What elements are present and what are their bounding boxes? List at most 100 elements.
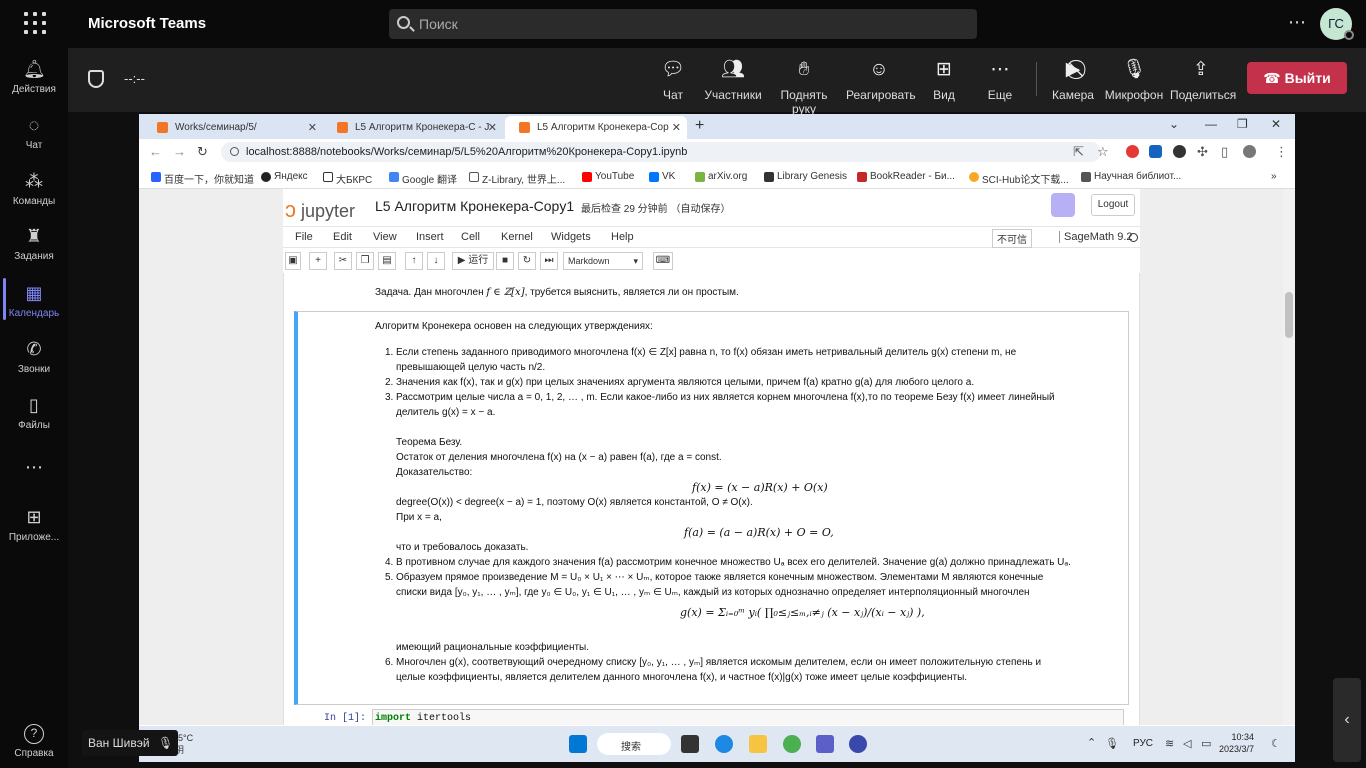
share-button[interactable]: ⇪ Поделиться xyxy=(1170,58,1236,102)
menu-insert[interactable]: Insert xyxy=(416,231,444,243)
help-button[interactable]: ? Справка xyxy=(0,724,68,759)
tab-search-icon[interactable]: ⌄ xyxy=(1169,117,1179,131)
restart-icon[interactable]: ↻ xyxy=(518,252,536,270)
mic-off-icon[interactable]: 🎙︎ xyxy=(1105,737,1119,751)
browser-tab-active[interactable]: L5 Алгоритм Кронекера-Сор ✕ xyxy=(505,116,687,139)
browser-tab[interactable]: L5 Алгоритм Кронекера-С - J ✕ xyxy=(323,116,503,139)
run-button[interactable]: ▶ 运行 xyxy=(452,252,494,270)
rail-item-teams[interactable]: ⁂ Команды xyxy=(0,170,68,207)
shield-icon[interactable] xyxy=(88,70,104,88)
chrome-menu-icon[interactable]: ⋮ xyxy=(1275,144,1288,160)
rail-item-calls[interactable]: ✆ Звонки xyxy=(0,338,68,375)
bookmark-item[interactable]: SCI-Hub论文下载... xyxy=(969,171,1069,186)
microphone-button[interactable]: 🎙︎ Микрофон xyxy=(1104,58,1164,102)
menu-help[interactable]: Help xyxy=(611,231,634,243)
bookmark-item[interactable]: YouTube xyxy=(582,171,634,182)
paste-icon[interactable]: ▤ xyxy=(378,252,396,270)
extension-icon[interactable] xyxy=(1173,145,1186,158)
rail-item-apps[interactable]: ⊞ Приложе... xyxy=(0,506,68,543)
cell-type-select[interactable]: Markdown ▾ xyxy=(563,252,643,270)
profile-icon[interactable] xyxy=(1243,145,1256,158)
bookmark-item[interactable]: Научная библиот... xyxy=(1081,171,1181,182)
rail-item-activity[interactable]: 🔔︎ Действия xyxy=(0,58,68,95)
language-indicator[interactable]: РУС xyxy=(1133,738,1153,749)
rail-item-assignments[interactable]: ♜ Задания xyxy=(0,225,68,262)
wifi-icon[interactable]: ≋ xyxy=(1165,737,1179,751)
meeting-chat-button[interactable]: 💬︎ Чат xyxy=(658,58,688,102)
volume-icon[interactable]: ◁ xyxy=(1183,737,1197,751)
extensions-puzzle-icon[interactable]: ✣ xyxy=(1197,144,1208,160)
keyboard-icon[interactable]: ⌨ xyxy=(653,252,673,270)
raise-hand-button[interactable]: ✋︎ Поднять руку xyxy=(768,58,840,116)
move-down-icon[interactable]: ↓ xyxy=(427,252,445,270)
rail-item-files[interactable]: ▯ Файлы xyxy=(0,394,68,431)
notifications-icon[interactable]: ☾ xyxy=(1271,737,1285,751)
menu-edit[interactable]: Edit xyxy=(333,231,352,243)
system-clock[interactable]: 10:34 2023/3/7 xyxy=(1219,731,1254,755)
battery-icon[interactable]: ▭ xyxy=(1201,737,1215,751)
bookmark-item[interactable]: Google 翻译 xyxy=(389,171,457,186)
menu-file[interactable]: File xyxy=(295,231,313,243)
page-scrollbar[interactable] xyxy=(1283,189,1295,725)
move-up-icon[interactable]: ↑ xyxy=(405,252,423,270)
jupyter-logo[interactable]: ↄ jupyter xyxy=(285,197,355,223)
view-button[interactable]: ⊞ Вид xyxy=(929,58,959,102)
rail-item-chat[interactable]: ◌ Чат xyxy=(0,114,68,151)
more-actions-button[interactable]: ⋯ Еще xyxy=(985,58,1015,102)
minimize-icon[interactable]: — xyxy=(1205,117,1217,131)
bookmark-star-icon[interactable]: ☆ xyxy=(1097,144,1109,160)
save-icon[interactable]: ▣ xyxy=(285,252,301,270)
share-page-icon[interactable]: ⇱ xyxy=(1073,144,1084,160)
chevron-left-icon[interactable]: ‹ xyxy=(1333,678,1361,762)
browser-tab[interactable]: Works/семинар/5/ ✕ xyxy=(143,116,323,139)
teams-taskbar-icon[interactable] xyxy=(816,735,834,753)
notebook-title[interactable]: L5 Алгоритм Кронекера-Copy1 xyxy=(375,198,574,214)
search-input[interactable]: Поиск xyxy=(389,9,977,39)
new-tab-icon[interactable]: + xyxy=(695,117,704,135)
side-panel-icon[interactable]: ▯ xyxy=(1221,144,1228,160)
cut-icon[interactable]: ✂ xyxy=(334,252,352,270)
close-icon[interactable]: ✕ xyxy=(308,121,317,134)
bookmark-item[interactable]: Library Genesis xyxy=(764,171,847,182)
logout-button[interactable]: Logout xyxy=(1091,194,1135,216)
menu-cell[interactable]: Cell xyxy=(461,231,480,243)
windows-start-icon[interactable] xyxy=(569,735,587,753)
task-view-icon[interactable] xyxy=(681,735,699,753)
menu-widgets[interactable]: Widgets xyxy=(551,231,591,243)
chrome-icon[interactable] xyxy=(783,735,801,753)
taskbar-search[interactable]: 搜索 xyxy=(597,733,671,755)
reload-icon[interactable]: ↻ xyxy=(197,144,208,160)
participants-button[interactable]: 👥︎ Участники xyxy=(703,58,763,102)
insert-cell-icon[interactable]: + xyxy=(309,252,327,270)
code-cell[interactable]: import itertools xyxy=(372,709,1124,725)
chevron-up-icon[interactable]: ⌃ xyxy=(1087,736,1096,749)
back-icon[interactable]: ← xyxy=(149,144,162,159)
adblock-icon[interactable] xyxy=(1126,145,1139,158)
menu-view[interactable]: View xyxy=(373,231,397,243)
bookmark-item[interactable]: Z-Library, 世界上... xyxy=(469,171,565,186)
sagemath-taskbar-icon[interactable] xyxy=(849,735,867,753)
restore-icon[interactable]: ❐ xyxy=(1237,117,1248,131)
address-bar[interactable]: localhost:8888/notebooks/Works/семинар/5… xyxy=(221,142,1101,162)
rail-item-calendar[interactable]: ▦ Календарь xyxy=(0,282,68,319)
more-bookmarks-icon[interactable]: » xyxy=(1271,171,1277,182)
close-icon[interactable]: ✕ xyxy=(672,121,681,134)
extension-icon[interactable] xyxy=(1149,145,1162,158)
trust-status[interactable]: 不可信 xyxy=(992,229,1032,248)
menu-kernel[interactable]: Kernel xyxy=(501,231,533,243)
react-button[interactable]: ☺ Реагировать xyxy=(846,58,916,102)
bookmark-item[interactable]: 百度一下，你就知道 xyxy=(151,171,254,186)
app-launcher-icon[interactable] xyxy=(24,12,46,34)
more-options-icon[interactable]: ⋯ xyxy=(1288,12,1306,33)
edge-icon[interactable] xyxy=(715,735,733,753)
stop-icon[interactable]: ■ xyxy=(496,252,514,270)
forward-icon[interactable]: → xyxy=(173,144,186,159)
bookmark-item[interactable]: VK xyxy=(649,171,675,182)
copy-icon[interactable]: ❐ xyxy=(356,252,374,270)
file-explorer-icon[interactable] xyxy=(749,735,767,753)
bookmark-item[interactable]: arXiv.org xyxy=(695,171,747,182)
bookmark-item[interactable]: Яндекс xyxy=(261,171,308,182)
camera-button[interactable]: ▶︎⃠ Камера xyxy=(1052,58,1094,102)
scrollbar-thumb[interactable] xyxy=(1285,292,1293,338)
rail-more-icon[interactable]: ⋯ xyxy=(0,456,68,482)
